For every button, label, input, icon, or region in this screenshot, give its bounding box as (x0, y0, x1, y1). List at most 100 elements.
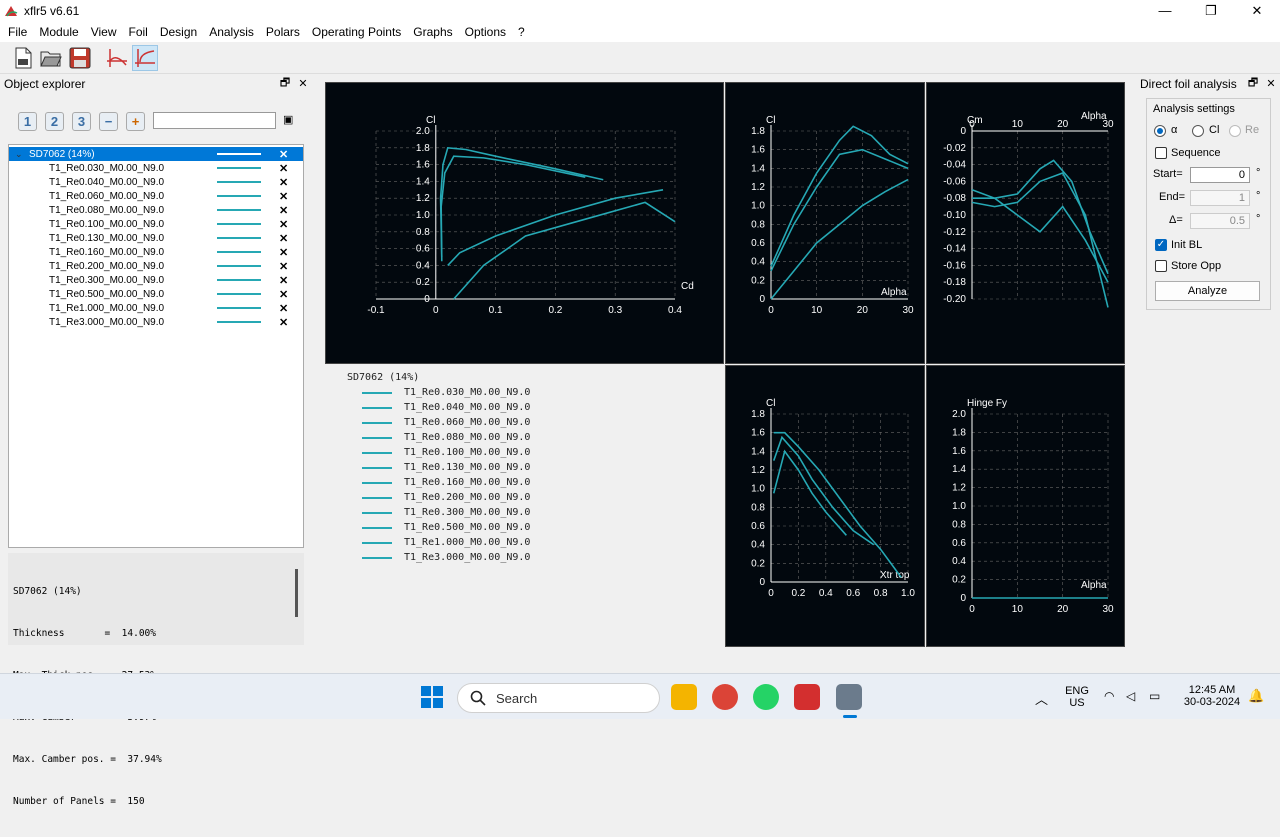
store-opp-checkbox[interactable] (1155, 260, 1167, 272)
menu-file[interactable]: File (2, 25, 33, 39)
menu-foil[interactable]: Foil (123, 25, 154, 39)
menu-graphs[interactable]: Graphs (407, 25, 458, 39)
close-button[interactable]: ✕ (1234, 0, 1280, 21)
float-dock-icon[interactable]: 🗗 (1244, 74, 1262, 93)
delete-icon[interactable]: ✕ (279, 204, 288, 217)
cm-alpha-graph[interactable]: 0 10 20 300-0.02-0.04-0.06-0.08-0.10-0.12-0… (926, 82, 1125, 364)
menu-options[interactable]: Options (459, 25, 512, 39)
level-1-button[interactable]: 1 (18, 112, 37, 131)
delete-icon[interactable]: ✕ (279, 190, 288, 203)
clock[interactable]: 12:45 AM 30-03-2024 (1180, 684, 1244, 708)
menu-view[interactable]: View (85, 25, 123, 39)
direct-design-button[interactable] (104, 45, 130, 71)
tree-polar-row[interactable]: T1_Re3.000_M0.00_N9.0 ✕ (9, 315, 303, 329)
level-3-button[interactable]: 3 (72, 112, 91, 131)
taskbar-search[interactable]: Search (457, 683, 660, 713)
tree-polar-row[interactable]: T1_Re0.160_M0.00_N9.0 ✕ (9, 245, 303, 259)
delete-icon[interactable]: ✕ (279, 162, 288, 175)
collapse-button[interactable]: − (99, 112, 118, 131)
style-swatch[interactable] (217, 265, 261, 267)
menu-analysis[interactable]: Analysis (203, 25, 260, 39)
delete-icon[interactable]: ✕ (279, 316, 288, 329)
clear-filter-icon[interactable]: ▣ (283, 113, 293, 126)
delete-icon[interactable]: ✕ (279, 176, 288, 189)
open-file-button[interactable] (38, 45, 64, 71)
style-swatch[interactable] (217, 167, 261, 169)
end-input[interactable]: 1 (1190, 190, 1250, 206)
tree-polar-row[interactable]: T1_Re0.300_M0.00_N9.0 ✕ (9, 273, 303, 287)
filter-input[interactable] (153, 112, 276, 129)
delete-icon[interactable]: ✕ (279, 260, 288, 273)
file-explorer-icon[interactable] (671, 684, 697, 710)
windows-start-icon[interactable] (421, 686, 443, 708)
init-bl-checkbox[interactable]: ✓ (1155, 239, 1167, 251)
style-swatch[interactable] (217, 181, 261, 183)
polar-view-button[interactable] (132, 45, 158, 71)
scrollbar-thumb[interactable] (295, 569, 298, 617)
sequence-checkbox[interactable] (1155, 147, 1167, 159)
menu-help[interactable]: ? (512, 25, 531, 39)
float-dock-icon[interactable]: 🗗 (276, 74, 294, 93)
tree-polar-row[interactable]: T1_Re0.030_M0.00_N9.0 ✕ (9, 161, 303, 175)
tree-polar-row[interactable]: T1_Re0.080_M0.00_N9.0 ✕ (9, 203, 303, 217)
whatsapp-icon[interactable] (753, 684, 779, 710)
cl-cd-graph[interactable]: -0.100.10.20.30.400.20.40.60.81.01.21.41… (325, 82, 724, 364)
delete-icon[interactable]: ✕ (279, 246, 288, 259)
expand-button[interactable]: + (126, 112, 145, 131)
delete-icon[interactable]: ✕ (279, 288, 288, 301)
delete-icon[interactable]: ✕ (279, 302, 288, 315)
battery-icon[interactable]: ▭ (1149, 689, 1160, 703)
delete-icon[interactable]: ✕ (279, 232, 288, 245)
re-radio[interactable] (1229, 125, 1241, 137)
chrome-icon[interactable] (712, 684, 738, 710)
language-indicator[interactable]: ENG US (1062, 685, 1092, 709)
minimize-button[interactable]: — (1142, 0, 1188, 21)
tree-polar-row[interactable]: T1_Re0.130_M0.00_N9.0 ✕ (9, 231, 303, 245)
menu-operating-points[interactable]: Operating Points (306, 25, 407, 39)
cl-xtr-graph[interactable]: 0 0.2 0.4 0.6 0.8 1.0 0 0.2 0.4 0.6 0.8 1.0 1.2 1.4 1.… (725, 365, 925, 647)
chevron-up-icon[interactable]: ︿ (1035, 689, 1048, 708)
style-swatch[interactable] (217, 307, 261, 309)
alpha-radio[interactable] (1154, 125, 1166, 137)
start-input[interactable]: 0 (1190, 167, 1250, 183)
analyze-button[interactable]: Analyze (1155, 281, 1260, 301)
menu-module[interactable]: Module (33, 25, 84, 39)
close-dock-icon[interactable]: ✕ (1262, 77, 1280, 90)
save-button[interactable] (67, 45, 93, 71)
delete-icon[interactable]: ✕ (279, 274, 288, 287)
style-swatch[interactable] (217, 195, 261, 197)
style-swatch[interactable] (217, 223, 261, 225)
cl-alpha-graph[interactable]: 0 10 20 30 0 0.2 0.4 0.6 0.8 1.0 1.2 1.4 1.6 1.8 Alpha… (725, 82, 925, 364)
tree-polar-row[interactable]: T1_Re1.000_M0.00_N9.0 ✕ (9, 301, 303, 315)
tree-polar-row[interactable]: T1_Re0.500_M0.00_N9.0 ✕ (9, 287, 303, 301)
maximize-button[interactable]: ❐ (1188, 0, 1234, 21)
menu-polars[interactable]: Polars (260, 25, 306, 39)
wifi-icon[interactable]: ◠ (1104, 689, 1114, 703)
tree-polar-row[interactable]: T1_Re0.040_M0.00_N9.0 ✕ (9, 175, 303, 189)
style-swatch[interactable] (217, 153, 261, 155)
new-file-button[interactable] (10, 45, 36, 71)
close-dock-icon[interactable]: ✕ (294, 77, 312, 90)
style-swatch[interactable] (217, 237, 261, 239)
xflr5-taskbar-icon[interactable] (836, 684, 862, 710)
tree-polar-row[interactable]: T1_Re0.200_M0.00_N9.0 ✕ (9, 259, 303, 273)
cl-radio[interactable] (1192, 125, 1204, 137)
collapse-chevron-icon[interactable]: ⌄ (15, 149, 23, 160)
speaker-icon[interactable]: ◁ (1126, 689, 1135, 703)
delta-input[interactable]: 0.5 (1190, 213, 1250, 229)
level-2-button[interactable]: 2 (45, 112, 64, 131)
style-swatch[interactable] (217, 279, 261, 281)
style-swatch[interactable] (217, 251, 261, 253)
menu-design[interactable]: Design (154, 25, 203, 39)
tree-polar-row[interactable]: T1_Re0.100_M0.00_N9.0 ✕ (9, 217, 303, 231)
hinge-alpha-graph[interactable]: 0 10 20 30 0 0.2 0.4 0.6 0.8 1.0 1.2 1.4 1.6 1.8 2.0 Al… (926, 365, 1125, 647)
tree-foil-row[interactable]: ⌄ SD7062 (14%) ✕ (9, 147, 303, 161)
style-swatch[interactable] (217, 293, 261, 295)
tree-polar-row[interactable]: T1_Re0.060_M0.00_N9.0 ✕ (9, 189, 303, 203)
delete-icon[interactable]: ✕ (279, 218, 288, 231)
style-swatch[interactable] (217, 321, 261, 323)
notification-bell-icon[interactable]: 🔔 (1248, 688, 1264, 704)
style-swatch[interactable] (217, 209, 261, 211)
delete-icon[interactable]: ✕ (279, 148, 288, 161)
acrobat-icon[interactable] (794, 684, 820, 710)
